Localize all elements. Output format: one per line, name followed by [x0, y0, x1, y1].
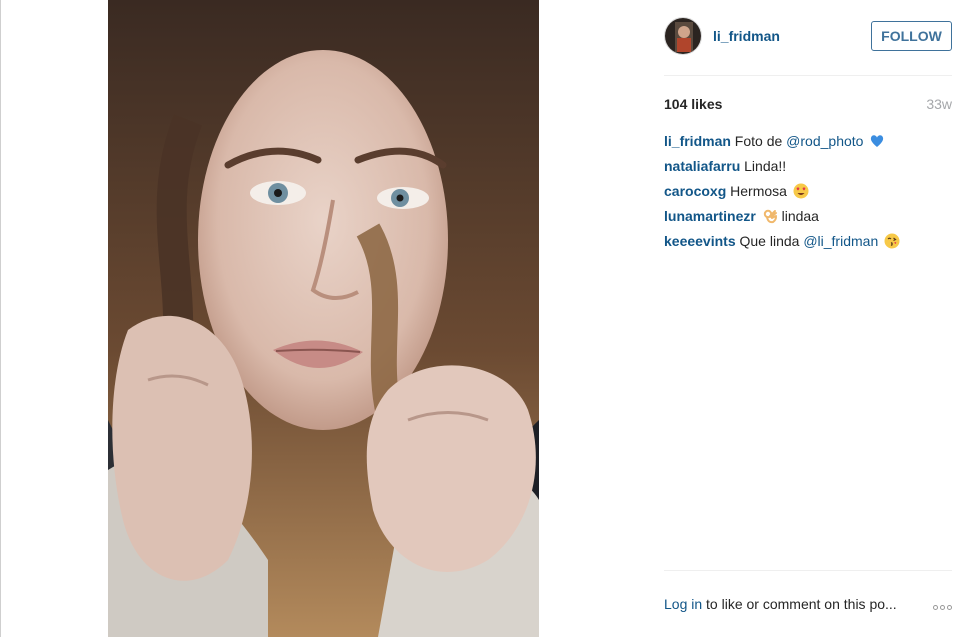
footer-divider: [664, 570, 952, 571]
header-divider: [664, 75, 952, 76]
comment-text: Hermosa: [730, 183, 791, 199]
comment-item: lunamartinezr lindaa: [664, 208, 952, 233]
comment-item: nataliafarru Linda!!: [664, 158, 952, 183]
comment-mention[interactable]: @rod_photo: [786, 133, 863, 149]
dot-icon: [940, 605, 945, 610]
avatar[interactable]: [664, 17, 702, 55]
photo-area: [1, 0, 644, 637]
heart-eyes-icon: [793, 183, 809, 199]
comment-text: Linda!!: [744, 158, 787, 174]
comment-username[interactable]: keeeevints: [664, 233, 736, 249]
post-timestamp[interactable]: 33w: [926, 96, 952, 112]
comment-text: Que linda: [739, 233, 804, 249]
post-sidebar: li_fridman FOLLOW 104 likes 33w li_fridm…: [664, 0, 952, 637]
kiss-face-icon: [884, 233, 900, 249]
post-header: li_fridman FOLLOW: [664, 0, 952, 75]
comment-username[interactable]: carocoxg: [664, 183, 726, 199]
post-photo[interactable]: [108, 0, 539, 637]
comment-username[interactable]: nataliafarru: [664, 158, 740, 174]
ok-hand-icon: [763, 209, 777, 224]
avatar-image: [665, 18, 701, 54]
comment-text: Foto de: [734, 133, 787, 149]
comment-item: carocoxg Hermosa: [664, 183, 952, 208]
comment-username[interactable]: lunamartinezr: [664, 208, 756, 224]
comment-item: li_fridman Foto de @rod_photo: [664, 133, 952, 158]
portrait-image: [108, 0, 539, 637]
login-prompt-text: to like or comment on this po...: [702, 596, 897, 612]
blue-heart-icon: [871, 135, 884, 147]
comment-item: keeeevints Que linda @li_fridman: [664, 233, 952, 258]
post-footer: Log in to like or comment on this po...: [664, 596, 952, 612]
login-link[interactable]: Log in: [664, 596, 702, 612]
comment-list: li_fridman Foto de @rod_photo nataliafar…: [664, 133, 952, 258]
comment-mention[interactable]: @li_fridman: [803, 233, 878, 249]
follow-button[interactable]: FOLLOW: [871, 21, 952, 51]
dot-icon: [933, 605, 938, 610]
dot-icon: [947, 605, 952, 610]
more-options-button[interactable]: [933, 605, 952, 610]
comment-username[interactable]: li_fridman: [664, 133, 731, 149]
comment-text: lindaa: [781, 208, 819, 224]
post-author-username[interactable]: li_fridman: [713, 28, 780, 44]
likes-count[interactable]: 104 likes: [664, 96, 722, 112]
